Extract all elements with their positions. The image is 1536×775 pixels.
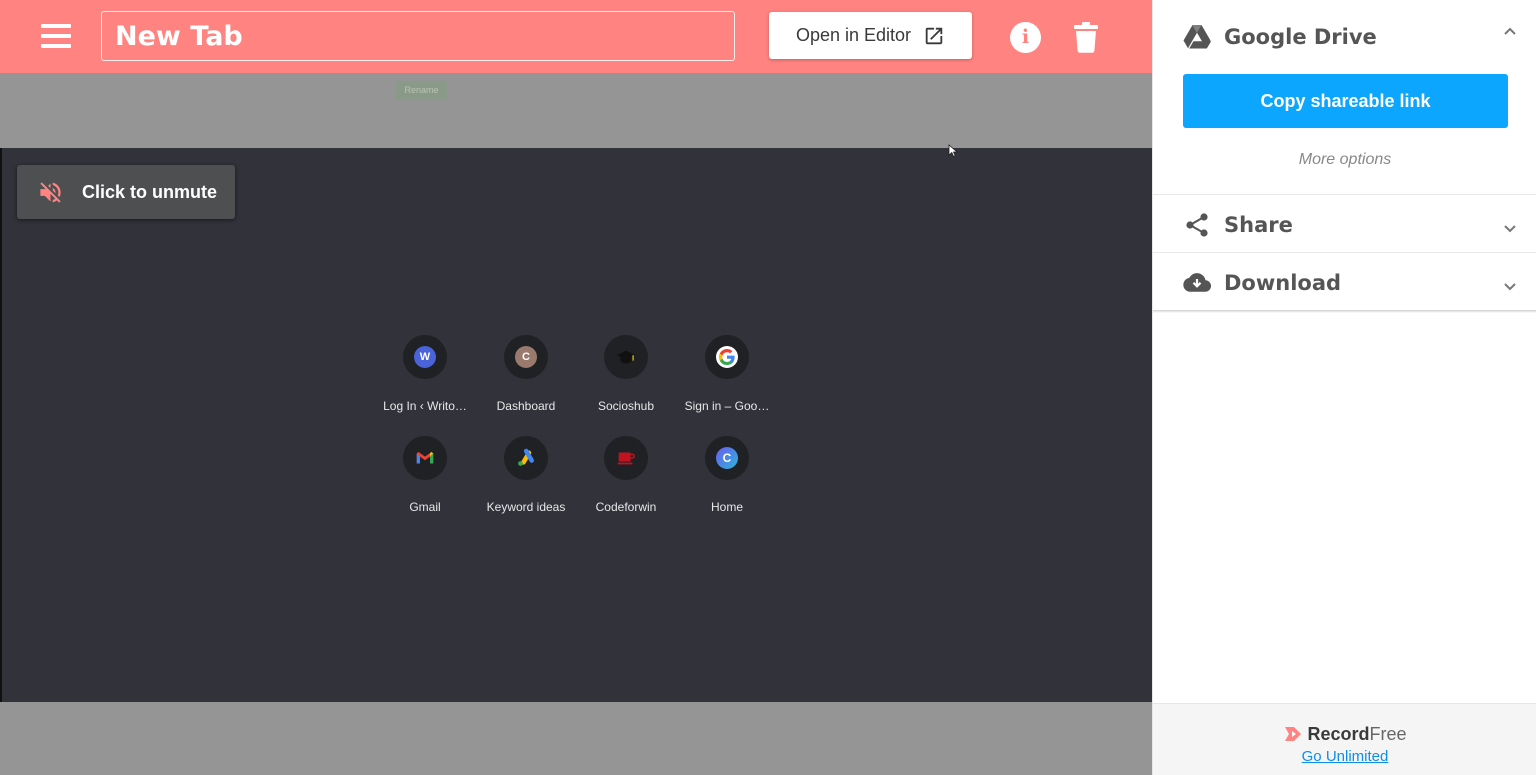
- menu-icon[interactable]: [38, 22, 74, 50]
- trash-icon[interactable]: [1073, 21, 1099, 53]
- shortcut-tile[interactable]: Keyword ideas: [476, 436, 576, 514]
- google-favicon-icon: [705, 335, 749, 379]
- share-title: Share: [1224, 213, 1293, 237]
- recordfree-logo: RecordFree: [1153, 724, 1536, 745]
- top-bar: Open in Editor i: [0, 0, 1152, 73]
- shortcut-tile[interactable]: W Log In ‹ Writo…: [375, 335, 475, 413]
- muted-speaker-icon: [40, 182, 61, 203]
- google-drive-title: Google Drive: [1224, 25, 1377, 49]
- google-drive-section-header[interactable]: Google Drive: [1153, 8, 1536, 64]
- unmute-label: Click to unmute: [82, 182, 218, 202]
- brand-light-text: Free: [1369, 724, 1407, 744]
- brand-bold-text: Record: [1307, 724, 1370, 744]
- codeforwin-favicon-icon: [604, 436, 648, 480]
- chevron-down-icon[interactable]: [1503, 280, 1517, 294]
- video-preview[interactable]: Click to unmute W Log In ‹ Writo… C Dash…: [0, 144, 1152, 702]
- share-section-header[interactable]: Share: [1153, 196, 1536, 252]
- download-title: Download: [1224, 271, 1342, 295]
- google-drive-icon: [1183, 25, 1211, 49]
- shortcut-tile[interactable]: C Home: [677, 436, 777, 514]
- shortcut-label: Gmail: [409, 500, 441, 514]
- footer: RecordFree Go Unlimited: [1153, 703, 1536, 775]
- open-in-editor-label: Open in Editor: [795, 25, 912, 45]
- shortcut-label: Sign in – Goo…: [684, 399, 770, 413]
- divider: [1153, 194, 1536, 195]
- shortcut-tile[interactable]: C Dashboard: [476, 335, 576, 413]
- download-section-header[interactable]: Download: [1153, 254, 1536, 310]
- mouse-cursor-icon: [948, 144, 959, 158]
- share-icon: [1186, 213, 1208, 237]
- more-options-link[interactable]: More options: [1153, 151, 1536, 169]
- title-input[interactable]: [101, 11, 735, 61]
- shortcut-tile[interactable]: Socioshub: [576, 335, 676, 413]
- dashboard-favicon-icon: C: [504, 335, 548, 379]
- chevron-up-icon[interactable]: [1503, 24, 1517, 38]
- shortcut-tile[interactable]: Codeforwin: [576, 436, 676, 514]
- sidebar: Google Drive Copy shareable link More op…: [1152, 0, 1536, 775]
- shortcut-tile[interactable]: Gmail: [375, 436, 475, 514]
- divider: [1153, 252, 1536, 253]
- unmute-button[interactable]: Click to unmute: [17, 165, 235, 219]
- record-logo-icon: [1285, 727, 1302, 741]
- shortcut-label: Keyword ideas: [486, 500, 566, 514]
- go-unlimited-link[interactable]: Go Unlimited: [1153, 748, 1536, 765]
- shortcut-label: Socioshub: [597, 399, 655, 413]
- chevron-down-icon[interactable]: [1503, 222, 1517, 236]
- shortcut-label: Log In ‹ Writo…: [383, 399, 467, 413]
- shortcut-tile[interactable]: Sign in – Goo…: [677, 335, 777, 413]
- shortcut-label: Home: [710, 500, 743, 514]
- cloud-download-icon: [1183, 273, 1211, 292]
- shortcut-label: Dashboard: [496, 399, 556, 413]
- open-in-editor-button[interactable]: Open in Editor: [769, 12, 972, 59]
- home-favicon-icon: C: [705, 436, 749, 480]
- gmail-favicon-icon: [403, 436, 447, 480]
- copy-shareable-link-button[interactable]: Copy shareable link: [1183, 74, 1508, 128]
- rename-tooltip: Rename: [396, 81, 447, 100]
- main-area: Open in Editor i Rename Click to unmute …: [0, 0, 1152, 775]
- writo-favicon-icon: W: [403, 335, 447, 379]
- info-icon[interactable]: i: [1010, 22, 1041, 53]
- external-link-icon: [925, 27, 943, 44]
- section-shadow: [1153, 310, 1536, 313]
- google-ads-favicon-icon: [504, 436, 548, 480]
- shortcut-label: Codeforwin: [595, 500, 657, 514]
- socioshub-favicon-icon: [604, 335, 648, 379]
